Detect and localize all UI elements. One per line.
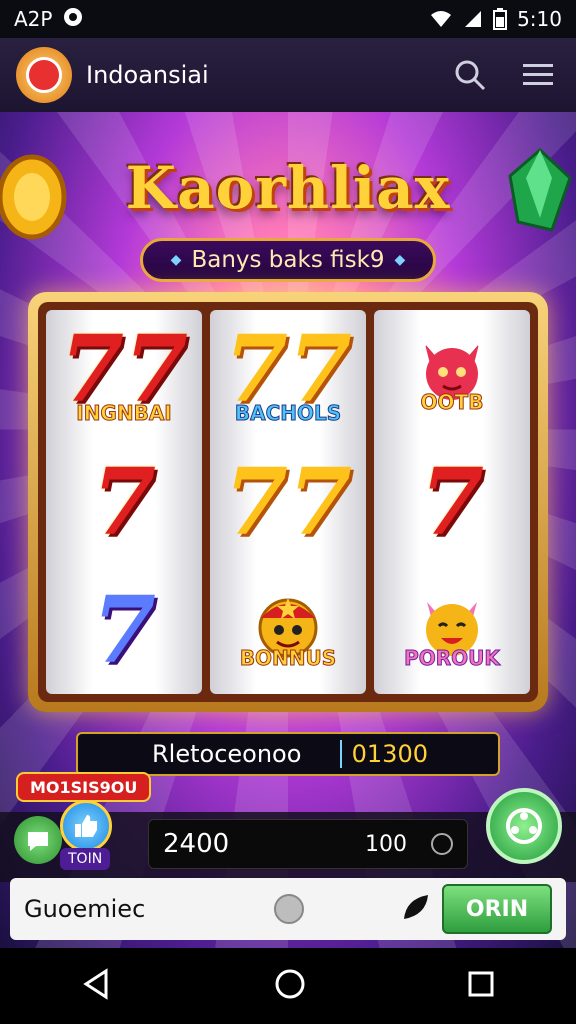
back-button[interactable] [80, 967, 114, 1005]
menu-button[interactable] [516, 53, 560, 97]
toggle-dot[interactable] [274, 894, 304, 924]
reel-2: 77 BACHOLS 77 BONNUS [210, 310, 366, 694]
seven-symbol-icon: 7 [91, 448, 156, 556]
symbol-label: BONNUS [239, 646, 337, 671]
app-header: Indoansiai [0, 38, 576, 112]
info-value: 01300 [351, 740, 428, 768]
home-button[interactable] [273, 967, 307, 1005]
leaf-icon [400, 891, 432, 927]
battery-icon [493, 8, 508, 30]
symbol-label: INGNBAI [76, 401, 172, 426]
game-area: Kaorhliax ◆ Banys baks fisk9 ◆ 77 INGNBA… [0, 112, 576, 948]
thumbs-up-icon [75, 815, 97, 837]
seven-symbol-icon: 7 [91, 576, 156, 684]
home-icon [275, 969, 305, 999]
recents-icon [468, 971, 494, 997]
seven-symbol-icon: 77 [223, 448, 353, 556]
nav-bar [0, 948, 576, 1024]
reel-symbol: 77 [210, 442, 366, 562]
reel-3: OOTB 7 POROUK [374, 310, 530, 694]
symbol-label: POROUK [404, 646, 501, 671]
search-button[interactable] [448, 53, 492, 97]
reel-symbol: 77 BACHOLS [210, 314, 366, 434]
spin-icon [506, 808, 542, 844]
app-name: Indoansiai [86, 61, 209, 89]
reel-symbol: 77 INGNBAI [46, 314, 202, 434]
menu-icon [523, 64, 553, 85]
bet-amount[interactable]: 100 [365, 832, 407, 857]
panel-label: Guoemiec [24, 895, 146, 923]
info-bar: Rletoceonoo 01300 [76, 732, 500, 776]
promo-tag[interactable]: MO1SIS9OU [16, 772, 152, 802]
seven-symbol-icon: 7 [419, 448, 484, 556]
notification-icon [62, 6, 84, 33]
diamond-icon: ◆ [170, 252, 182, 268]
chat-icon [28, 832, 48, 851]
credit-display: 2400 [163, 829, 230, 859]
bet-adjust-knob[interactable] [431, 833, 453, 855]
reel-symbol: OOTB [374, 314, 530, 434]
info-label: Rletoceonoo [152, 740, 302, 768]
subtitle-text: Banys baks fisk9 [191, 247, 385, 273]
subtitle-banner: ◆ Banys baks fisk9 ◆ [140, 238, 436, 282]
like-button[interactable] [60, 800, 112, 852]
back-icon [82, 968, 108, 1000]
reel-1: 77 INGNBAI 7 7 [46, 310, 202, 694]
chat-button[interactable] [14, 816, 62, 864]
app-logo [16, 47, 72, 103]
play-button[interactable]: ORIN [442, 884, 552, 934]
reel-symbol: POROUK [374, 570, 530, 690]
status-bar: A2P 5:10 [0, 0, 576, 38]
reel-symbol: BONNUS [210, 570, 366, 690]
wifi-icon [429, 9, 453, 29]
bottom-panel: Guoemiec ORIN [10, 878, 566, 940]
reel-symbol: 7 [46, 442, 202, 562]
search-icon [455, 60, 486, 91]
reel-symbol: 7 [374, 442, 530, 562]
reel-frame: 77 INGNBAI 7 7 77 BACHOLS 77 BONNUS OOTB… [28, 292, 548, 712]
diamond-icon: ◆ [394, 252, 406, 268]
symbol-label: BACHOLS [234, 401, 342, 426]
carrier-text: A2P [14, 7, 53, 31]
signal-icon [463, 9, 483, 29]
bet-bar: 2400 100 [148, 819, 468, 869]
spin-button[interactable] [486, 788, 562, 864]
vip-tag: TOIN [60, 848, 111, 870]
reel-symbol: 7 [46, 570, 202, 690]
symbol-label: OOTB [420, 390, 484, 415]
game-title: Kaorhliax [125, 154, 451, 222]
clock-text: 5:10 [517, 7, 562, 31]
divider [339, 740, 342, 768]
recents-button[interactable] [466, 969, 496, 1003]
